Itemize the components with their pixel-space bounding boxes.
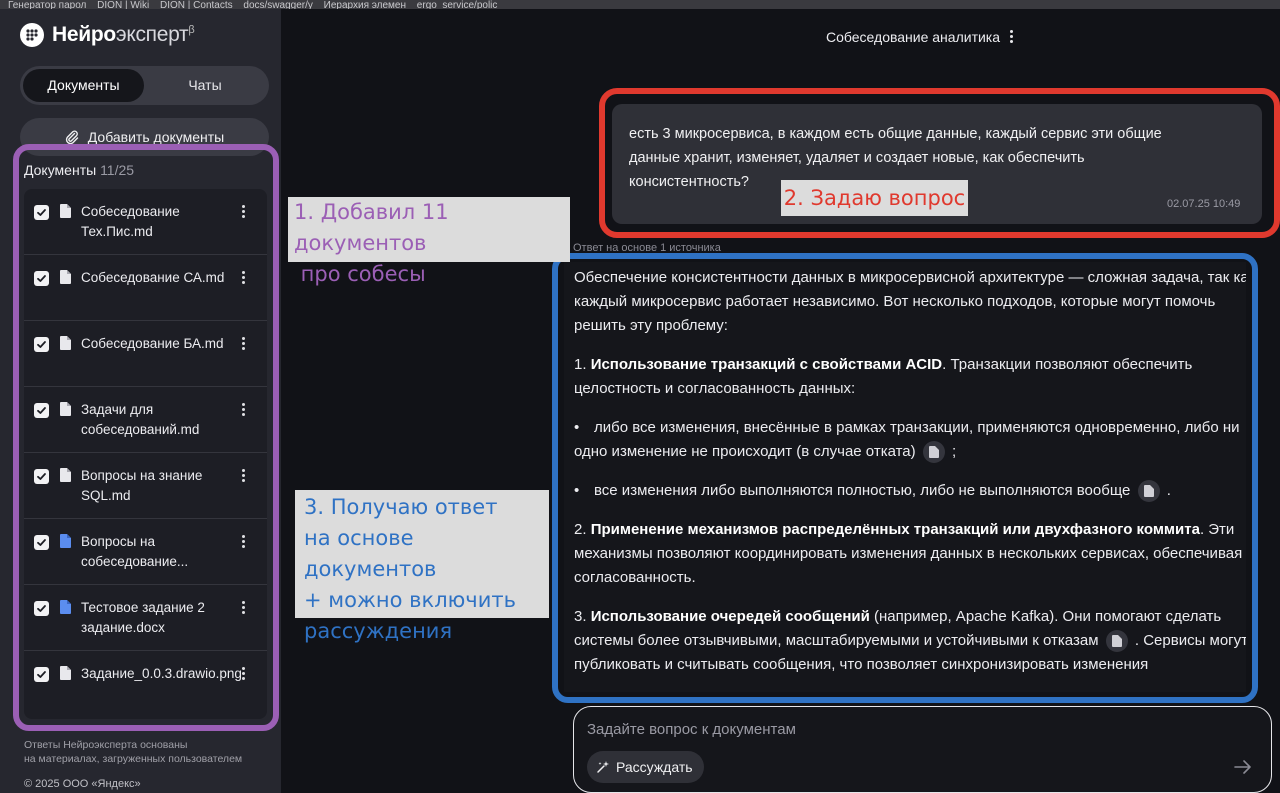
document-name: Собеседование БА.md <box>81 336 224 351</box>
more-options-icon[interactable] <box>238 533 248 553</box>
file-icon <box>60 336 71 350</box>
bookmark[interactable]: DION | Wiki <box>97 1 149 10</box>
file-icon <box>60 270 71 284</box>
document-checkbox[interactable] <box>34 535 49 550</box>
document-name: Задание_0.0.3.drawio.png <box>81 666 242 681</box>
answer-bullet-1: • либо все изменения, внесённые в рамках … <box>574 416 1246 464</box>
document-checkbox[interactable] <box>34 271 49 286</box>
document-name: Собеседование СА.md <box>81 270 225 285</box>
reasoning-toggle-button[interactable]: Рассуждать <box>587 751 704 783</box>
file-icon <box>60 468 71 482</box>
document-list: Собеседование Тех.Пис.md Собеседование С… <box>24 189 267 719</box>
checkmark-icon <box>37 275 46 282</box>
document-item[interactable]: Собеседование Тех.Пис.md <box>24 189 267 255</box>
file-icon <box>60 204 71 218</box>
logo-icon <box>20 23 44 47</box>
chat-title: Собеседование аналитика <box>826 28 1014 45</box>
more-options-icon[interactable] <box>238 467 248 487</box>
answer-point-3: 3. Использование очередей сообщений (нап… <box>574 608 1246 673</box>
document-item[interactable]: Вопросы на знание SQL.md <box>24 453 267 519</box>
copyright: © 2025 ООО «Яндекс» <box>24 778 141 790</box>
document-name: Вопросы на знание SQL.md <box>81 468 203 503</box>
more-options-icon[interactable] <box>238 203 248 223</box>
paperclip-icon <box>65 130 78 144</box>
checkmark-icon <box>37 341 46 348</box>
answer-point-2: 2. Применение механизмов распределённых … <box>574 521 1246 586</box>
checkmark-icon <box>37 473 46 480</box>
view-switcher: Документы Чаты <box>20 66 269 105</box>
checkmark-icon <box>37 209 46 216</box>
reasoning-label: Рассуждать <box>616 759 693 775</box>
answer-intro: Обеспечение консистентности данных в мик… <box>574 269 1246 334</box>
answer-point-1: 1. Использование транзакций с свойствами… <box>574 356 1193 397</box>
document-checkbox[interactable] <box>34 601 49 616</box>
checkmark-icon <box>37 407 46 414</box>
source-chip-icon[interactable] <box>922 441 945 464</box>
document-item[interactable]: Тестовое задание 2 задание.docx <box>24 585 267 651</box>
document-item[interactable]: Вопросы на собеседование... <box>24 519 267 585</box>
document-item[interactable]: Задание_0.0.3.drawio.png <box>24 651 267 717</box>
more-options-icon[interactable] <box>238 335 248 355</box>
bookmarks-bar: Генератор парол DION | Wiki DION | Conta… <box>0 0 1280 9</box>
document-item[interactable]: Собеседование СА.md <box>24 255 267 321</box>
answer-bullet-2: • все изменения либо выполняются полность… <box>574 479 1246 503</box>
logo-text: Нейроэкспертβ <box>52 23 195 46</box>
documents-count: 11/25 <box>100 162 135 178</box>
document-name: Задачи для собеседований.md <box>81 402 200 437</box>
tab-documents[interactable]: Документы <box>23 69 144 102</box>
document-checkbox[interactable] <box>34 403 49 418</box>
chat-menu-icon[interactable] <box>1010 28 1014 45</box>
document-name: Тестовое задание 2 задание.docx <box>81 600 205 635</box>
bookmark[interactable]: ergo_service/polic <box>417 1 498 10</box>
message-timestamp: 02.07.25 10:49 <box>1167 198 1241 210</box>
checkmark-icon <box>37 671 46 678</box>
docx-file-icon <box>60 534 71 548</box>
document-item[interactable]: Собеседование БА.md <box>24 321 267 387</box>
document-item[interactable]: Задачи для собеседований.md <box>24 387 267 453</box>
file-icon <box>60 402 71 416</box>
document-checkbox[interactable] <box>34 205 49 220</box>
more-options-icon[interactable] <box>238 269 248 289</box>
more-options-icon[interactable] <box>238 401 248 421</box>
documents-header: Документы 11/25 <box>24 162 134 178</box>
checkmark-icon <box>37 605 46 612</box>
annotation-documents: 1. Добавил 11 документов про собесы <box>288 197 570 286</box>
sparkle-wand-icon <box>597 761 609 773</box>
assistant-answer: Обеспечение консистентности данных в мик… <box>564 262 1246 692</box>
document-checkbox[interactable] <box>34 469 49 484</box>
document-checkbox[interactable] <box>34 667 49 682</box>
annotation-question: 2. Задаю вопрос <box>781 180 968 216</box>
bookmark[interactable]: Генератор парол <box>8 1 86 10</box>
bookmark[interactable]: docs/swagger/y <box>243 1 312 10</box>
more-options-icon[interactable] <box>238 599 248 619</box>
question-input-placeholder[interactable]: Задайте вопрос к документам <box>587 721 796 738</box>
file-icon <box>60 666 71 680</box>
bookmark[interactable]: Иерархия элемен <box>324 1 406 10</box>
send-arrow-icon[interactable] <box>1233 757 1253 777</box>
logo[interactable]: Нейроэкспертβ <box>20 23 195 47</box>
more-options-icon[interactable] <box>238 665 248 685</box>
source-chip-icon[interactable] <box>1105 630 1128 653</box>
chat-title-text: Собеседование аналитика <box>826 28 1001 45</box>
document-name: Вопросы на собеседование... <box>81 534 189 569</box>
disclaimer: Ответы Нейроэксперта основаны на материа… <box>24 739 243 765</box>
document-checkbox[interactable] <box>34 337 49 352</box>
bookmark[interactable]: DION | Contacts <box>160 1 233 10</box>
checkmark-icon <box>37 539 46 546</box>
docx-file-icon <box>60 600 71 614</box>
document-name: Собеседование Тех.Пис.md <box>81 204 180 239</box>
source-chip-icon[interactable] <box>1137 480 1160 503</box>
add-documents-label: Добавить документы <box>87 129 225 145</box>
annotation-answer: 3. Получаю ответ на основе документов + … <box>295 490 549 643</box>
documents-label: Документы <box>24 162 97 178</box>
tab-chats[interactable]: Чаты <box>144 69 266 102</box>
